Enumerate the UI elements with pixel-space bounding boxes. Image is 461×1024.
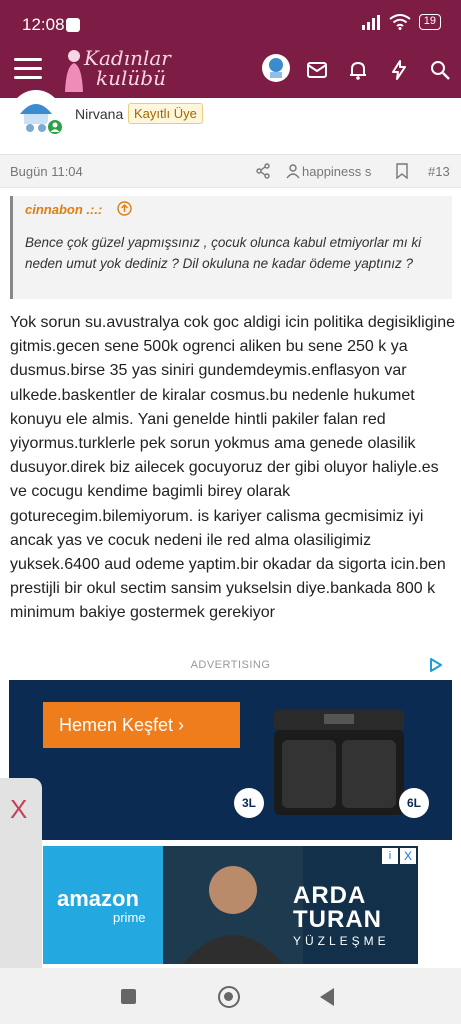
back-button[interactable] — [320, 988, 334, 1006]
status-time: 12:08 — [22, 15, 65, 34]
post-date[interactable]: Bugün 11:04 — [10, 164, 83, 179]
mentioned-user[interactable]: happiness s — [302, 164, 371, 179]
ad-bottom-close-button[interactable]: X — [400, 848, 416, 864]
advertising-label: ADVERTISING — [190, 659, 271, 671]
site-logo[interactable]: Kadınlar kulübü — [60, 46, 180, 96]
site-header: Kadınlar kulübü — [0, 46, 461, 98]
bookmark-icon[interactable] — [395, 163, 409, 179]
ad-close-button[interactable]: X — [10, 794, 27, 825]
system-nav-bar — [0, 968, 461, 1024]
quote-block: cinnabon .:.: Bence çok güzel yapmışsını… — [10, 196, 452, 299]
ad-cta-button[interactable]: Hemen Keşfet › — [43, 702, 240, 748]
recents-button[interactable] — [121, 989, 136, 1004]
adchoices-icon[interactable] — [429, 657, 443, 673]
bolt-icon[interactable] — [387, 58, 411, 82]
home-button[interactable] — [218, 986, 240, 1008]
arrow-up-circle-icon[interactable] — [117, 201, 132, 216]
status-bar: 12:08 19 — [0, 0, 461, 46]
ad-info-icon[interactable]: i — [382, 848, 398, 864]
ad-person-image — [163, 846, 303, 964]
battery-level: 19 — [423, 15, 436, 27]
avatar-image — [269, 58, 283, 78]
logo-figure-icon — [65, 50, 83, 92]
notification-icon — [66, 18, 80, 32]
ad-subtitle: YÜZLEŞME — [293, 934, 390, 948]
wifi-icon — [389, 14, 411, 30]
post-author: Nirvana Kayıtlı Üye — [0, 90, 461, 150]
user-icon — [50, 122, 60, 132]
user-icon — [286, 164, 300, 179]
ad-brand-sub: prime — [113, 910, 146, 925]
ad-brand-panel: amazon prime — [43, 846, 173, 964]
ad-size-right: 6L — [399, 788, 429, 818]
share-icon[interactable] — [255, 163, 271, 179]
ad-size-left: 3L — [234, 788, 264, 818]
air-fryer-image — [274, 710, 404, 815]
ad-banner[interactable]: Hemen Keşfet › 3L 6L — [9, 680, 452, 840]
user-badge: Kayıtlı Üye — [128, 103, 203, 124]
online-status-icon — [46, 118, 64, 136]
search-icon[interactable] — [428, 58, 452, 82]
ad-side-tab: X — [0, 778, 42, 968]
ad-brand: amazon — [57, 886, 139, 911]
mail-icon[interactable] — [305, 58, 329, 82]
ad-title-line2: TURAN — [293, 906, 382, 933]
post-number[interactable]: #13 — [428, 164, 450, 179]
quote-author[interactable]: cinnabon .:.: — [25, 202, 102, 217]
status-icons: 19 — [361, 14, 441, 30]
bell-icon[interactable] — [346, 58, 370, 82]
menu-icon[interactable] — [14, 58, 42, 84]
post-text: Yok sorun su.avustralya cok goc aldigi i… — [10, 314, 455, 622]
logo-text-line2: kulübü — [96, 66, 166, 90]
battery-icon: 19 — [418, 14, 441, 30]
post-meta: Bugün 11:04 happiness s #13 — [0, 154, 461, 188]
avatar[interactable] — [262, 54, 290, 82]
ad-bottom[interactable]: amazon prime ARDA TURAN YÜZLEŞME i X — [43, 846, 418, 964]
author-name[interactable]: Nirvana — [75, 106, 123, 122]
quote-text: Bence çok güzel yapmışsınız , çocuk olun… — [25, 235, 422, 271]
signal-icon — [361, 15, 380, 30]
